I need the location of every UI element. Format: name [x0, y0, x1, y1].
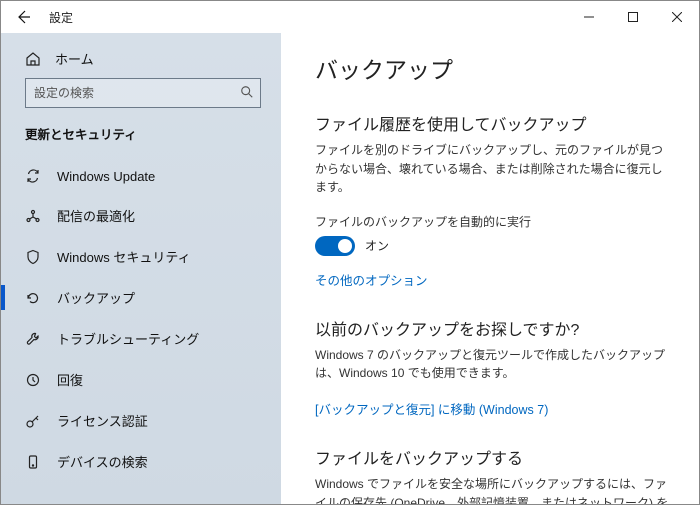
- section-previous-backup-desc: Windows 7 のバックアップと復元ツールで作成したバックアップは、Wind…: [315, 346, 671, 383]
- sidebar-item-label: Windows セキュリティ: [57, 247, 191, 266]
- section-previous-backup-heading: 以前のバックアップをお探しですか?: [315, 316, 671, 340]
- sidebar-item-recovery[interactable]: 回復: [1, 359, 281, 400]
- back-button[interactable]: [15, 9, 31, 25]
- sidebar-item-find-my-device[interactable]: デバイスの検索: [1, 441, 281, 482]
- go-to-backup-restore-link[interactable]: [バックアップと復元] に移動 (Windows 7): [315, 399, 548, 418]
- toggle-state-label: オン: [365, 237, 389, 254]
- close-button[interactable]: [655, 1, 699, 33]
- section-backup-files-heading: ファイルをバックアップする: [315, 445, 671, 469]
- sidebar-item-label: 回復: [57, 370, 83, 389]
- sidebar-item-troubleshoot[interactable]: トラブルシューティング: [1, 318, 281, 359]
- section-file-history-desc: ファイルを別のドライブにバックアップし、元のファイルが見つからない場合、壊れてい…: [315, 141, 671, 197]
- sidebar: ホーム 更新とセキュリティ Windows Update: [1, 33, 281, 504]
- sidebar-item-label: ライセンス認証: [57, 411, 148, 430]
- delivery-icon: [25, 208, 41, 224]
- window-body: ホーム 更新とセキュリティ Windows Update: [1, 33, 699, 504]
- recovery-icon: [25, 372, 41, 388]
- toggle-heading: ファイルのバックアップを自動的に実行: [315, 213, 671, 230]
- sidebar-home[interactable]: ホーム: [1, 41, 281, 78]
- auto-backup-toggle-row: オン: [315, 236, 671, 256]
- sidebar-item-windows-security[interactable]: Windows セキュリティ: [1, 236, 281, 277]
- sidebar-home-label: ホーム: [55, 49, 94, 68]
- sidebar-item-label: トラブルシューティング: [57, 329, 199, 348]
- sidebar-item-label: デバイスの検索: [57, 452, 148, 471]
- search-icon: [239, 84, 255, 100]
- page-title: バックアップ: [315, 51, 671, 85]
- wrench-icon: [25, 331, 41, 347]
- search-input[interactable]: [25, 78, 261, 108]
- sync-icon: [25, 168, 41, 184]
- maximize-button[interactable]: [611, 1, 655, 33]
- title-bar: 設定: [1, 1, 699, 33]
- sidebar-nav: Windows Update 配信の最適化 Windows セキュリティ: [1, 157, 281, 482]
- find-device-icon: [25, 454, 41, 470]
- sidebar-item-label: バックアップ: [57, 288, 135, 307]
- content: バックアップ ファイル履歴を使用してバックアップ ファイルを別のドライブにバック…: [281, 33, 699, 504]
- section-file-history-heading: ファイル履歴を使用してバックアップ: [315, 111, 671, 135]
- window-controls: [567, 1, 699, 33]
- key-icon: [25, 413, 41, 429]
- titlebar-left: 設定: [1, 9, 73, 26]
- sidebar-item-label: 配信の最適化: [57, 206, 135, 225]
- search-box[interactable]: [25, 78, 261, 108]
- more-options-link[interactable]: その他のオプション: [315, 270, 428, 289]
- sidebar-item-label: Windows Update: [57, 169, 155, 184]
- sidebar-item-activation[interactable]: ライセンス認証: [1, 400, 281, 441]
- sidebar-group-title: 更新とセキュリティ: [1, 122, 281, 157]
- auto-backup-toggle[interactable]: [315, 236, 355, 256]
- backup-icon: [25, 290, 41, 306]
- search-wrap: [1, 78, 281, 122]
- settings-window: 設定 ホーム 更新とセキュ: [0, 0, 700, 505]
- sidebar-item-delivery-optimization[interactable]: 配信の最適化: [1, 195, 281, 236]
- minimize-button[interactable]: [567, 1, 611, 33]
- shield-icon: [25, 249, 41, 265]
- window-title: 設定: [49, 9, 73, 26]
- home-icon: [25, 51, 41, 67]
- sidebar-item-windows-update[interactable]: Windows Update: [1, 157, 281, 195]
- sidebar-item-backup[interactable]: バックアップ: [1, 277, 281, 318]
- section-backup-files-desc: Windows でファイルを安全な場所にバックアップするには、ファイルの保存先 …: [315, 475, 671, 504]
